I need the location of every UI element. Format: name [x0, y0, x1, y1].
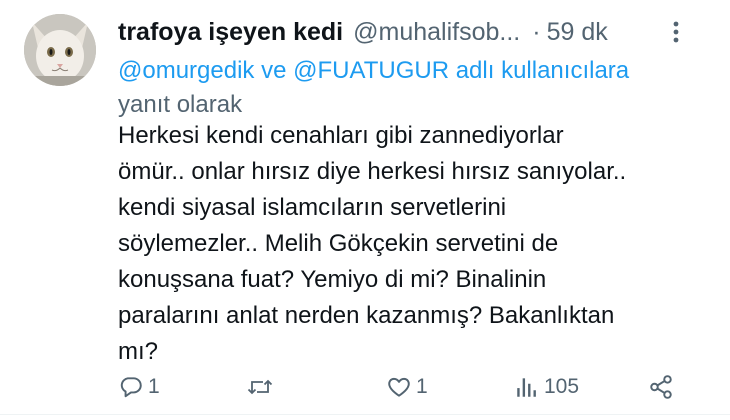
cat-avatar-image	[24, 14, 96, 86]
retweet-button[interactable]	[246, 370, 278, 404]
header-separator: ·	[532, 17, 541, 46]
share-button[interactable]	[648, 370, 674, 404]
views-icon	[517, 378, 536, 397]
author-handle[interactable]: @muhalifsob...	[353, 18, 520, 47]
avatar[interactable]	[24, 14, 96, 86]
retweet-icon	[247, 379, 273, 395]
like-button[interactable]: 1	[386, 370, 428, 404]
author-name[interactable]: trafoya işeyen kedi	[118, 18, 343, 47]
tweet-header: trafoya işeyen kedi @muhalifsob... · 59 …	[118, 14, 608, 50]
views-count: 105	[544, 375, 580, 398]
like-count: 1	[416, 375, 428, 398]
reply-conjunction: ve	[261, 57, 287, 84]
reply-button[interactable]: 1	[118, 370, 160, 404]
heart-icon	[388, 377, 410, 397]
views-button[interactable]: 105	[514, 370, 579, 404]
tweet-timestamp[interactable]: 59 dk	[547, 18, 608, 47]
share-icon	[650, 375, 672, 399]
reply-label: yanıt olarak	[118, 91, 243, 118]
more-vertical-icon	[673, 21, 679, 43]
reply-users-suffix: adlı kullanıcılara	[455, 57, 630, 84]
reply-icon	[120, 377, 142, 398]
reply-mention-omurgedik[interactable]: @omurgedik	[118, 57, 254, 84]
replying-to: @omurgedik ve @FUATUGUR adlı kullanıcıla…	[118, 54, 708, 122]
reply-mention-fuatugur[interactable]: @FUATUGUR	[293, 57, 449, 84]
reply-count: 1	[148, 375, 160, 398]
divider	[0, 414, 730, 415]
tweet-actions: 1 1 105	[0, 370, 730, 404]
more-options-button[interactable]	[666, 20, 686, 44]
tweet-text: Herkesi kendi cenahları gibi zannediyorl…	[118, 122, 627, 365]
